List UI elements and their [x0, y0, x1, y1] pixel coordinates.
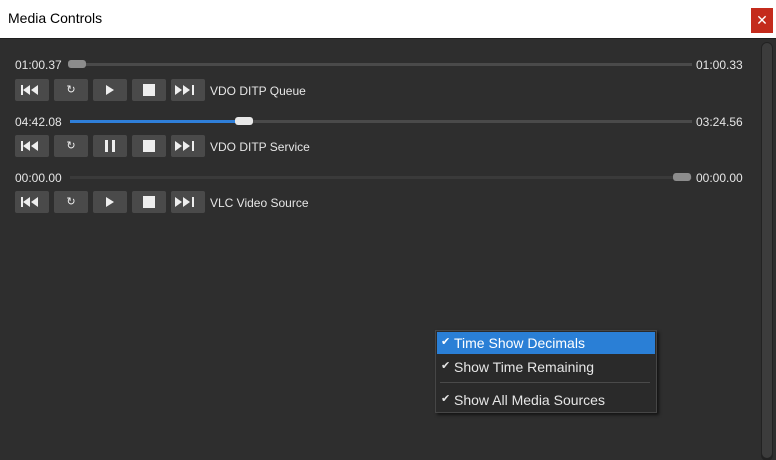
stop-button[interactable]: [132, 135, 166, 157]
source-name: VDO DITP Service: [210, 140, 310, 154]
vertical-scrollbar[interactable]: [761, 42, 773, 460]
menu-item-label: Show Time Remaining: [454, 359, 595, 375]
next-icon: [175, 85, 194, 95]
restart-icon: [21, 141, 38, 151]
play-icon: [106, 197, 114, 207]
seek-handle[interactable]: [673, 173, 691, 181]
current-time: 00:00.00: [15, 171, 62, 185]
close-icon: ✕: [756, 12, 768, 28]
play-button[interactable]: [93, 191, 127, 213]
seek-handle[interactable]: [68, 60, 86, 68]
menu-item-label: Show All Media Sources: [454, 392, 605, 408]
restart-button[interactable]: [15, 79, 49, 101]
stop-icon: [143, 140, 155, 152]
stop-button[interactable]: [132, 191, 166, 213]
seek-slider[interactable]: [70, 173, 692, 181]
loop-icon: ↻: [66, 196, 76, 208]
restart-icon: [21, 197, 38, 207]
current-time: 01:00.37: [15, 58, 62, 72]
end-time: 03:24.56: [696, 115, 743, 129]
loop-button[interactable]: ↻: [54, 191, 88, 213]
next-button[interactable]: [171, 135, 205, 157]
next-icon: [175, 141, 194, 151]
check-icon: ✔: [441, 336, 451, 348]
seek-slider[interactable]: [68, 60, 692, 68]
loop-button[interactable]: ↻: [54, 79, 88, 101]
pause-icon: [105, 140, 115, 152]
end-time: 01:00.33: [696, 58, 743, 72]
current-time: 04:42.08: [15, 115, 62, 129]
menu-item-show-time-remaining[interactable]: ✔ Show Time Remaining: [437, 356, 655, 378]
play-icon: [106, 85, 114, 95]
source-name: VDO DITP Queue: [210, 84, 306, 98]
pause-button[interactable]: [93, 135, 127, 157]
stop-button[interactable]: [132, 79, 166, 101]
loop-icon: ↻: [66, 84, 76, 96]
loop-button[interactable]: ↻: [54, 135, 88, 157]
restart-icon: [21, 85, 38, 95]
seek-slider[interactable]: [70, 117, 692, 125]
context-menu: ✔ Time Show Decimals ✔ Show Time Remaini…: [435, 330, 657, 413]
next-button[interactable]: [171, 191, 205, 213]
title-bar: Media Controls ✕: [0, 0, 776, 38]
end-time: 00:00.00: [696, 171, 743, 185]
next-icon: [175, 197, 194, 207]
stop-icon: [143, 84, 155, 96]
media-controls-panel: 01:00.37 01:00.33 ↻ VDO DITP Queue 04:42…: [0, 38, 776, 460]
seek-fill: [70, 120, 245, 123]
check-icon: ✔: [441, 393, 451, 405]
loop-icon: ↻: [66, 140, 76, 152]
scrollbar-thumb[interactable]: [762, 43, 772, 458]
menu-item-label: Time Show Decimals: [454, 335, 585, 351]
source-name: VLC Video Source: [210, 196, 309, 210]
window-title: Media Controls: [8, 10, 103, 26]
restart-button[interactable]: [15, 135, 49, 157]
seek-handle[interactable]: [235, 117, 253, 125]
stop-icon: [143, 196, 155, 208]
check-icon: ✔: [441, 360, 451, 372]
menu-item-time-show-decimals[interactable]: ✔ Time Show Decimals: [437, 332, 655, 354]
play-button[interactable]: [93, 79, 127, 101]
restart-button[interactable]: [15, 191, 49, 213]
next-button[interactable]: [171, 79, 205, 101]
menu-separator: [440, 382, 650, 383]
close-button[interactable]: ✕: [751, 8, 773, 33]
menu-item-show-all-media-sources[interactable]: ✔ Show All Media Sources: [437, 389, 655, 411]
